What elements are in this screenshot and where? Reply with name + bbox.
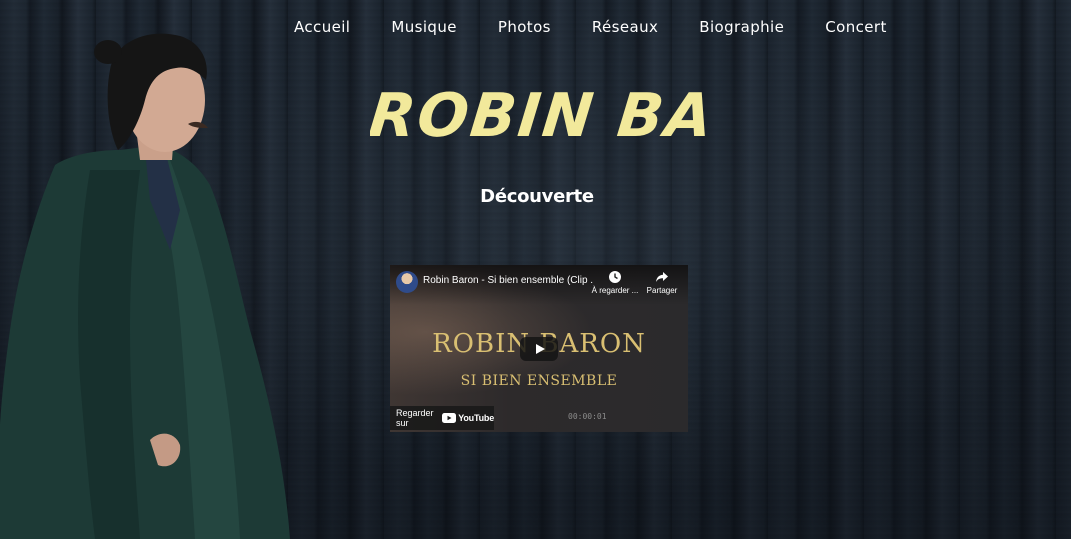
share-label: Partager: [646, 286, 678, 295]
nav-item-accueil[interactable]: Accueil: [294, 16, 350, 38]
share-icon: [656, 272, 668, 282]
video-timecode: 00:00:01: [568, 412, 607, 421]
main-nav: Accueil Musique Photos Réseaux Biographi…: [278, 16, 887, 38]
clock-icon: [609, 271, 621, 283]
nav-item-musique[interactable]: Musique: [391, 16, 457, 38]
video-title[interactable]: Robin Baron - Si bien ensemble (Clip ...: [423, 275, 593, 286]
nav-item-biographie[interactable]: Biographie: [699, 16, 784, 38]
nav-item-concert[interactable]: Concert: [825, 16, 886, 38]
watch-later-label: À regarder ...: [591, 286, 639, 295]
play-button[interactable]: [520, 337, 558, 361]
nav-item-photos[interactable]: Photos: [498, 16, 551, 38]
artist-photo: [0, 33, 290, 539]
logo-text: ROBIN BARON: [370, 81, 710, 151]
nav-item-reseaux[interactable]: Réseaux: [592, 16, 658, 38]
watch-later-button[interactable]: À regarder ...: [590, 270, 640, 295]
thumbnail-song-text: SI BIEN ENSEMBLE: [460, 373, 618, 389]
watch-on-youtube-button[interactable]: Regarder sur YouTube: [390, 406, 494, 430]
section-title: Découverte: [480, 186, 594, 207]
share-button[interactable]: Partager: [637, 270, 687, 295]
channel-avatar[interactable]: [396, 271, 418, 293]
watch-on-label: Regarder sur: [396, 408, 434, 428]
youtube-logo: YouTube: [442, 413, 494, 423]
video-embed[interactable]: Robin Baron - Si bien ensemble (Clip ...…: [390, 265, 688, 432]
artist-logo: ROBIN BARON: [370, 81, 710, 151]
youtube-icon: [442, 413, 457, 423]
youtube-wordmark: YouTube: [458, 413, 494, 423]
